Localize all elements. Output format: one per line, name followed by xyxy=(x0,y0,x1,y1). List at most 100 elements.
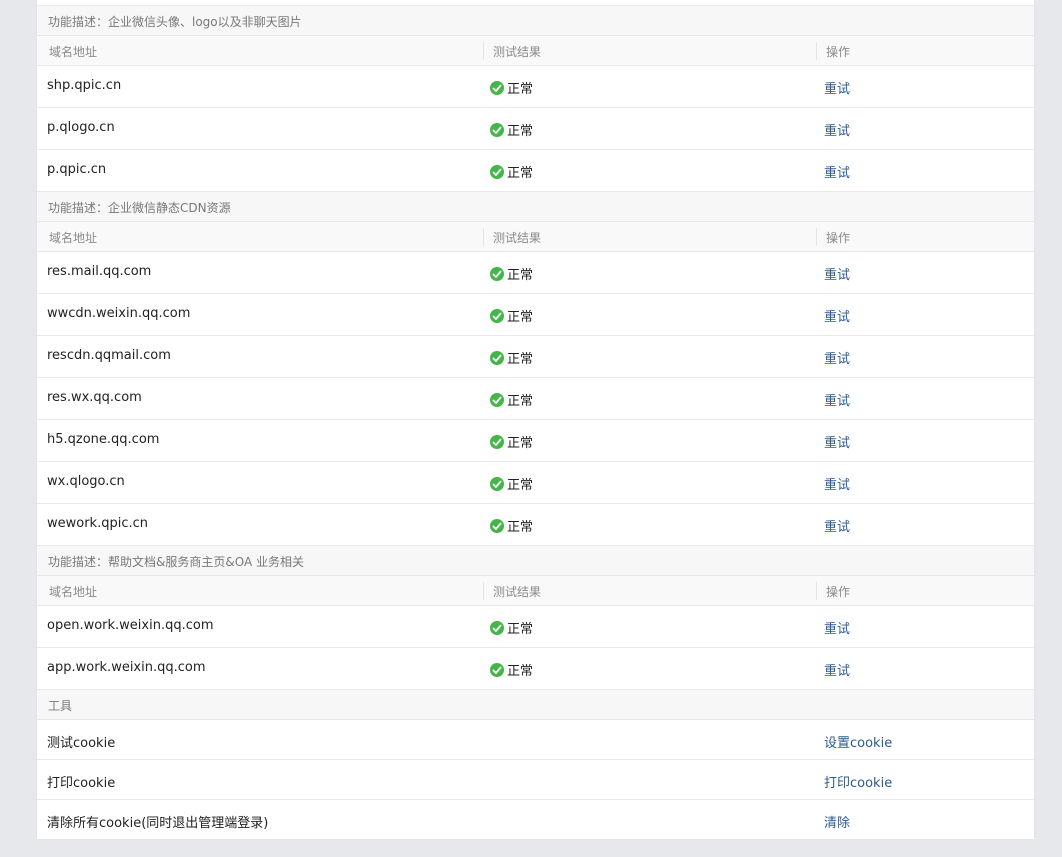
result-cell: 正常 xyxy=(490,78,533,97)
header-domain: 域名地址 xyxy=(49,45,98,59)
domain-cell: res.wx.qq.com xyxy=(47,390,142,405)
domain-cell: wwcdn.weixin.qq.com xyxy=(47,306,191,321)
result-cell: 正常 xyxy=(490,516,533,535)
status-text: 正常 xyxy=(507,664,534,679)
status-text: 正常 xyxy=(507,124,534,139)
set-cookie-link[interactable]: 设置cookie xyxy=(824,732,892,751)
result-cell: 正常 xyxy=(490,618,533,637)
status-text: 正常 xyxy=(507,478,534,493)
check-circle-icon xyxy=(490,122,504,137)
retry-link[interactable]: 重试 xyxy=(824,306,850,325)
table-row: open.work.weixin.qq.com 正常 重试 xyxy=(37,606,1034,648)
header-divider xyxy=(816,582,817,600)
print-cookie-link[interactable]: 打印cookie xyxy=(824,772,892,791)
result-cell: 正常 xyxy=(490,390,533,409)
network-test-panel: 功能描述：企业微信头像、logo以及非聊天图片 域名地址 测试结果 操作 shp… xyxy=(37,0,1034,839)
header-domain: 域名地址 xyxy=(49,585,98,599)
header-divider xyxy=(483,42,484,60)
table-row: shp.qpic.cn 正常 重试 xyxy=(37,66,1034,108)
check-circle-icon xyxy=(490,266,504,281)
header-divider xyxy=(816,228,817,246)
table-row: res.mail.qq.com 正常 重试 xyxy=(37,252,1034,294)
header-divider xyxy=(483,582,484,600)
table-row: rescdn.qqmail.com 正常 重试 xyxy=(37,336,1034,378)
domain-cell: h5.qzone.qq.com xyxy=(47,432,160,447)
status-text: 正常 xyxy=(507,622,534,637)
retry-link[interactable]: 重试 xyxy=(824,432,850,451)
table-row: h5.qzone.qq.com 正常 重试 xyxy=(37,420,1034,462)
check-circle-icon xyxy=(490,518,504,533)
group-description-text: 功能描述：企业微信头像、logo以及非聊天图片 xyxy=(48,15,302,29)
retry-link[interactable]: 重试 xyxy=(824,390,850,409)
result-cell: 正常 xyxy=(490,306,533,325)
check-circle-icon xyxy=(490,434,504,449)
retry-link[interactable]: 重试 xyxy=(824,264,850,283)
tools-section-title: 工具 xyxy=(37,690,1034,720)
tool-row: 清除所有cookie(同时退出管理端登录) 清除 xyxy=(37,800,1034,840)
result-cell: 正常 xyxy=(490,660,533,679)
table-header: 域名地址 测试结果 操作 xyxy=(37,222,1034,252)
status-text: 正常 xyxy=(507,352,534,367)
clear-cookie-link[interactable]: 清除 xyxy=(824,812,850,831)
table-row: res.wx.qq.com 正常 重试 xyxy=(37,378,1034,420)
domain-cell: rescdn.qqmail.com xyxy=(47,348,171,363)
group-description: 功能描述：帮助文档&服务商主页&OA 业务相关 xyxy=(37,546,1034,576)
check-circle-icon xyxy=(490,164,504,179)
result-cell: 正常 xyxy=(490,162,533,181)
result-cell: 正常 xyxy=(490,120,533,139)
result-cell: 正常 xyxy=(490,474,533,493)
status-text: 正常 xyxy=(507,310,534,325)
retry-link[interactable]: 重试 xyxy=(824,660,850,679)
retry-link[interactable]: 重试 xyxy=(824,348,850,367)
retry-link[interactable]: 重试 xyxy=(824,120,850,139)
table-row: wwcdn.weixin.qq.com 正常 重试 xyxy=(37,294,1034,336)
table-header: 域名地址 测试结果 操作 xyxy=(37,576,1034,606)
header-action: 操作 xyxy=(826,231,851,245)
domain-cell: shp.qpic.cn xyxy=(47,78,122,93)
retry-link[interactable]: 重试 xyxy=(824,162,850,181)
result-cell: 正常 xyxy=(490,432,533,451)
table-row: wework.qpic.cn 正常 重试 xyxy=(37,504,1034,546)
check-circle-icon xyxy=(490,80,504,95)
domain-cell: app.work.weixin.qq.com xyxy=(47,660,206,675)
domain-cell: p.qpic.cn xyxy=(47,162,107,177)
retry-link[interactable]: 重试 xyxy=(824,78,850,97)
domain-cell: res.mail.qq.com xyxy=(47,264,152,279)
status-text: 正常 xyxy=(507,394,534,409)
header-divider xyxy=(483,228,484,246)
domain-cell: wework.qpic.cn xyxy=(47,516,149,531)
check-circle-icon xyxy=(490,476,504,491)
tools-title-text: 工具 xyxy=(48,699,73,713)
group-description-text: 功能描述：帮助文档&服务商主页&OA 业务相关 xyxy=(48,555,304,569)
retry-link[interactable]: 重试 xyxy=(824,474,850,493)
table-header: 域名地址 测试结果 操作 xyxy=(37,36,1034,66)
status-text: 正常 xyxy=(507,82,534,97)
result-cell: 正常 xyxy=(490,348,533,367)
check-circle-icon xyxy=(490,392,504,407)
domain-cell: p.qlogo.cn xyxy=(47,120,115,135)
retry-link[interactable]: 重试 xyxy=(824,618,850,637)
group-description: 功能描述：企业微信静态CDN资源 xyxy=(37,192,1034,222)
status-text: 正常 xyxy=(507,520,534,535)
tool-row: 测试cookie 设置cookie xyxy=(37,720,1034,760)
check-circle-icon xyxy=(490,662,504,677)
tool-label: 清除所有cookie(同时退出管理端登录) xyxy=(47,816,269,831)
table-row: p.qlogo.cn 正常 重试 xyxy=(37,108,1034,150)
group-description-text: 功能描述：企业微信静态CDN资源 xyxy=(48,201,231,215)
retry-link[interactable]: 重试 xyxy=(824,516,850,535)
header-result: 测试结果 xyxy=(493,231,542,245)
header-domain: 域名地址 xyxy=(49,231,98,245)
group-description: 功能描述：企业微信头像、logo以及非聊天图片 xyxy=(37,6,1034,36)
tool-row: 打印cookie 打印cookie xyxy=(37,760,1034,800)
check-circle-icon xyxy=(490,308,504,323)
header-action: 操作 xyxy=(826,585,851,599)
status-text: 正常 xyxy=(507,436,534,451)
header-result: 测试结果 xyxy=(493,585,542,599)
domain-cell: wx.qlogo.cn xyxy=(47,474,125,489)
result-cell: 正常 xyxy=(490,264,533,283)
header-result: 测试结果 xyxy=(493,45,542,59)
table-row: wx.qlogo.cn 正常 重试 xyxy=(37,462,1034,504)
header-action: 操作 xyxy=(826,45,851,59)
status-text: 正常 xyxy=(507,268,534,283)
status-text: 正常 xyxy=(507,166,534,181)
